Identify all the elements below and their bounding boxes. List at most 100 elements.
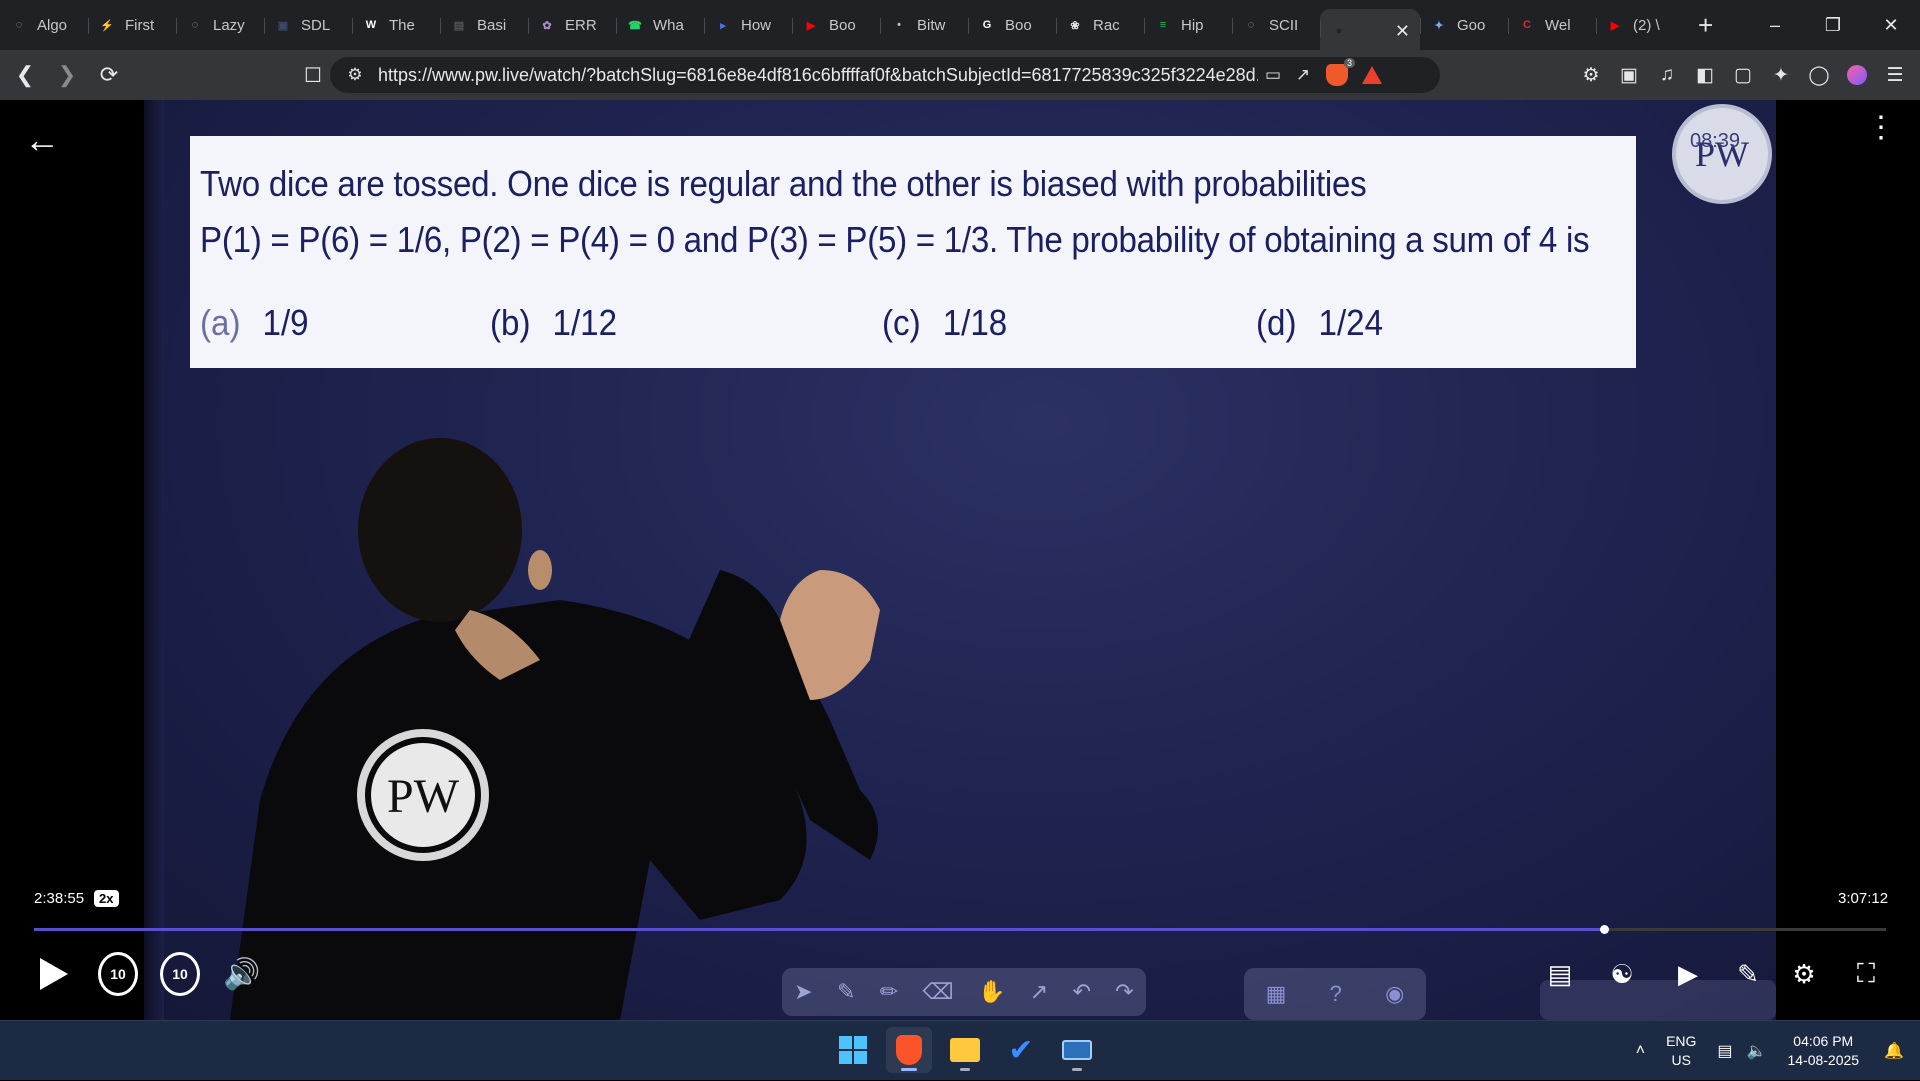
taskbar-brave[interactable] <box>886 1027 932 1073</box>
forward-10-button[interactable]: 10 <box>160 952 200 996</box>
music-icon[interactable]: ♫ <box>1650 58 1684 92</box>
keyboard-icon <box>1062 1040 1092 1060</box>
fullscreen-icon[interactable]: ⛶ <box>1844 952 1888 996</box>
start-button[interactable] <box>830 1027 876 1073</box>
tab-label: First <box>125 16 155 34</box>
tab-1[interactable]: ⚡ First <box>88 6 176 44</box>
rewind-10-button[interactable]: 10 <box>98 952 138 996</box>
translate-icon[interactable]: ☯ <box>1600 952 1644 996</box>
brave-shield-count: 3 <box>1343 58 1355 68</box>
reload-button[interactable]: ⟳ <box>92 58 126 92</box>
pw-watermark-logo: PW <box>1672 104 1772 204</box>
notification-bell-icon[interactable]: 🔔 <box>1884 1041 1904 1061</box>
tab-label: Wel <box>1545 16 1571 34</box>
wallet-icon[interactable]: ▢ <box>1726 58 1760 92</box>
folder-icon <box>950 1038 980 1062</box>
tab-5[interactable]: ▤ Basi <box>440 6 528 44</box>
leo-ai-icon[interactable]: ✦ <box>1764 58 1798 92</box>
option-value: 1/18 <box>942 302 1008 343</box>
window-controls: – ❐ ✕ <box>1746 0 1920 50</box>
cast-icon[interactable]: ▭ <box>1258 60 1288 90</box>
language-indicator[interactable]: ENG US <box>1666 1032 1696 1070</box>
settings-icon[interactable]: ⚙ <box>1782 952 1826 996</box>
tab-3[interactable]: ▣ SDL <box>264 6 352 44</box>
tab-4[interactable]: W The <box>352 6 440 44</box>
clock-time: 04:06 PM <box>1793 1033 1854 1049</box>
close-window-button[interactable]: ✕ <box>1862 0 1920 50</box>
tab-0[interactable]: ◌ Algo <box>0 6 88 44</box>
tab-label: ERR <box>565 16 597 34</box>
chat-icon[interactable]: ▤ <box>1538 952 1582 996</box>
tab-6[interactable]: ✿ ERR <box>528 6 616 44</box>
share-icon[interactable]: ↗ <box>1288 60 1318 90</box>
notes-icon[interactable]: ✎ <box>1726 952 1770 996</box>
tab-11[interactable]: G Boo <box>968 6 1056 44</box>
back-button[interactable]: ❮ <box>8 58 42 92</box>
eraser-tool-icon: ⌫ <box>922 979 954 1004</box>
extensions-icon[interactable]: ⚙ <box>1574 58 1608 92</box>
progress-bar[interactable] <box>34 925 1886 934</box>
menu-icon[interactable]: ☰ <box>1878 58 1912 92</box>
taskbar-file-explorer[interactable] <box>942 1027 988 1073</box>
reader-mode-icon[interactable]: ▣ <box>1612 58 1646 92</box>
tab-label: Hip <box>1181 16 1204 34</box>
whatsapp-icon: ☎ <box>628 19 642 32</box>
tab-12[interactable]: ❀ Rac <box>1056 6 1144 44</box>
tab-15[interactable]: ● ✕ <box>1320 9 1420 53</box>
tab-label: Basi <box>477 16 507 34</box>
speaker-icon[interactable]: 🔈 <box>1747 1041 1767 1061</box>
undo-icon: ↶ <box>1072 979 1091 1004</box>
brave-icon <box>896 1035 922 1065</box>
poll-icon: ▦ <box>1265 981 1287 1006</box>
browser-toolbar: ❮ ❯ ⟳ ☐ ⚙ https://www.pw.live/watch/?bat… <box>0 50 1920 100</box>
checkmark-icon: ✔ <box>1008 1033 1034 1067</box>
profile-icon[interactable] <box>1840 58 1874 92</box>
sidebar-icon[interactable]: ◧ <box>1688 58 1722 92</box>
tab-7[interactable]: ☎ Wha <box>616 6 704 44</box>
tray-overflow-icon[interactable]: ˄ <box>1636 1042 1645 1060</box>
hand-tool-icon: ✋ <box>977 979 1006 1004</box>
tab-9[interactable]: ▶ Boo <box>792 6 880 44</box>
tab-2[interactable]: ◌ Lazy <box>176 6 264 44</box>
tab-8[interactable]: ▸ How <box>704 6 792 44</box>
address-bar[interactable]: ⚙ https://www.pw.live/watch/?batchSlug=6… <box>330 57 1440 93</box>
vpn-icon[interactable]: ◯ <box>1802 58 1836 92</box>
minimize-button[interactable]: – <box>1746 0 1804 50</box>
url-text[interactable]: https://www.pw.live/watch/?batchSlug=681… <box>378 65 1258 86</box>
tab-close-icon[interactable]: ✕ <box>1395 21 1410 42</box>
forward-button[interactable]: ❯ <box>50 58 84 92</box>
openai-icon: ❀ <box>1070 19 1080 32</box>
annotation-toolbar: ➤ ✎ ✏ ⌫ ✋ ↗ ↶ ↷ <box>782 968 1146 1016</box>
speed-badge[interactable]: 2x <box>94 890 119 907</box>
tab-16[interactable]: ✦ Goo <box>1420 6 1508 44</box>
youtube-icon: ▶ <box>806 19 816 32</box>
taskbar-keyboard[interactable] <box>1054 1027 1100 1073</box>
network-icon[interactable]: ▤ <box>1717 1041 1732 1061</box>
bookmark-icon: ▸ <box>720 19 726 32</box>
laser-tool-icon: ↗ <box>1029 979 1049 1004</box>
option-c: (c) 1/18 <box>882 302 1007 344</box>
tab-10[interactable]: • Bitw <box>880 6 968 44</box>
pointer-tool-icon: ➤ <box>794 979 813 1004</box>
volume-icon[interactable]: 🔊 <box>220 952 264 996</box>
tab-18[interactable]: ▶ (2) \ <box>1596 6 1684 44</box>
tab-14[interactable]: ◌ SCII <box>1232 6 1320 44</box>
video-player[interactable]: Two dice are tossed. One dice is regular… <box>0 100 1920 1020</box>
brave-shield-icon[interactable]: 3 <box>1326 58 1355 86</box>
restore-button[interactable]: ❐ <box>1804 0 1862 50</box>
more-options-icon[interactable]: ⋮ <box>1866 113 1896 162</box>
clock[interactable]: 04:06 PM 14-08-2025 <box>1787 1032 1859 1070</box>
site-settings-icon[interactable]: ⚙ <box>340 60 370 90</box>
bolt-icon: ⚡ <box>100 19 114 32</box>
tab-13[interactable]: ≡ Hip <box>1144 6 1232 44</box>
option-label: (c) <box>882 302 921 343</box>
bookmark-icon[interactable]: ☐ <box>296 58 330 92</box>
taskbar-todo[interactable]: ✔ <box>998 1027 1044 1073</box>
new-tab-button[interactable]: + <box>1684 10 1727 41</box>
brave-rewards-icon[interactable] <box>1362 66 1382 84</box>
tab-17[interactable]: C Wel <box>1508 6 1596 44</box>
picture-in-picture-icon[interactable]: ▶ <box>1666 952 1710 996</box>
video-back-arrow-icon[interactable]: ← <box>24 120 64 160</box>
play-button[interactable] <box>34 952 74 996</box>
spotify-icon: ≡ <box>1159 19 1167 31</box>
